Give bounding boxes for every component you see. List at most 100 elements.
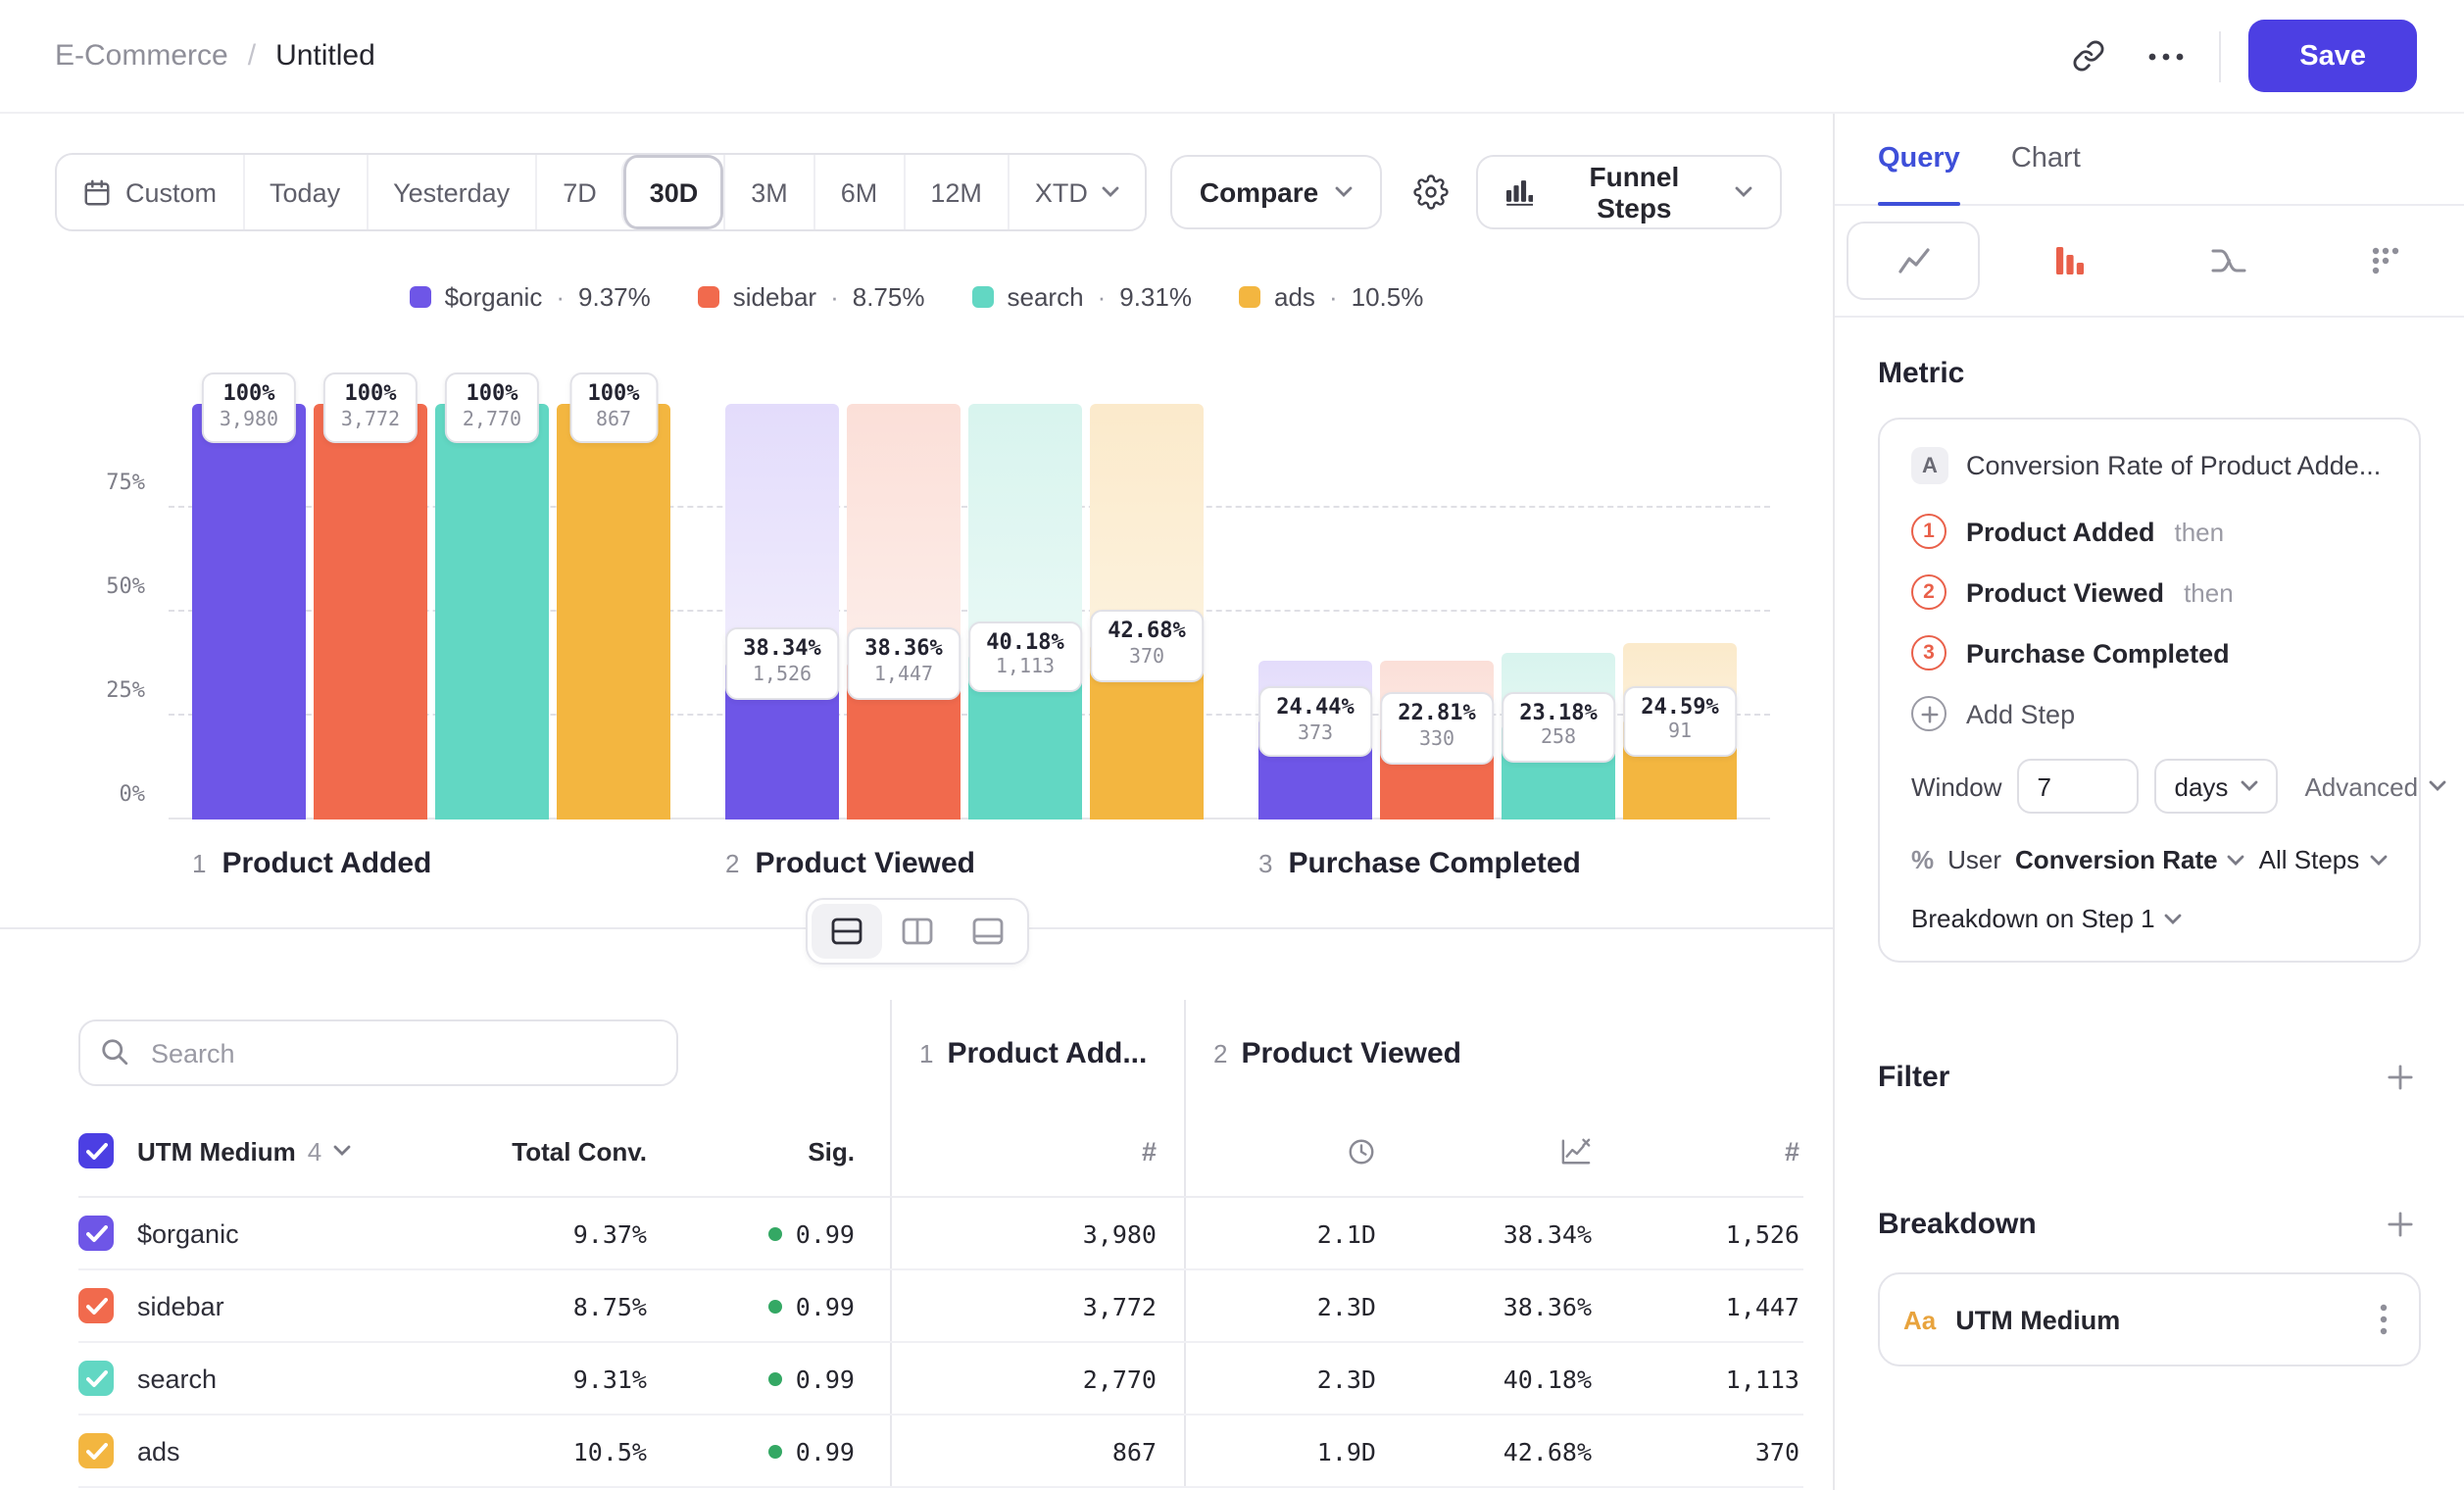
breadcrumb-parent[interactable]: E-Commerce: [55, 39, 228, 73]
metric-title: Conversion Rate of Product Adde...: [1966, 451, 2381, 480]
funnel-bar-search-step3[interactable]: 23.18%258: [1502, 404, 1615, 820]
link-icon: [2072, 39, 2105, 73]
legend-swatch: [1239, 285, 1260, 307]
funnel-bar-sidebar-step3[interactable]: 22.81%330: [1380, 404, 1494, 820]
date-range-30d[interactable]: 30D: [622, 155, 724, 229]
chart-type-flows-button[interactable]: [2149, 206, 2307, 316]
legend-item-organic[interactable]: $organic·9.37%: [410, 281, 651, 311]
step1-count-header[interactable]: #: [890, 1106, 1184, 1196]
date-range-6m[interactable]: 6M: [813, 155, 904, 229]
panel-bottom-icon: [971, 918, 1003, 945]
date-range-7d[interactable]: 7D: [535, 155, 622, 229]
table-row-organic[interactable]: $organic9.37%0.993,9802.1D38.34%1,526: [78, 1198, 1803, 1270]
save-button[interactable]: Save: [2248, 20, 2417, 92]
view-selector-button[interactable]: Funnel Steps: [1475, 155, 1782, 229]
breakdown-column-header[interactable]: UTM Medium 4: [137, 1106, 478, 1196]
conversion-rate-select[interactable]: Conversion Rate: [2015, 845, 2245, 874]
date-range-12m[interactable]: 12M: [903, 155, 1008, 229]
table-row-search[interactable]: search9.31%0.992,7702.3D40.18%1,113: [78, 1343, 1803, 1416]
share-link-button[interactable]: [2064, 31, 2113, 80]
funnel-bar-search-step1[interactable]: 100%2,770: [435, 404, 549, 820]
step2-count-header[interactable]: #: [1596, 1106, 1803, 1196]
row-checkbox[interactable]: [78, 1216, 114, 1251]
metric-step-1[interactable]: 1Product Addedthen: [1911, 514, 2388, 549]
metric-card[interactable]: A Conversion Rate of Product Adde... 1Pr…: [1878, 418, 2421, 963]
select-all-checkbox[interactable]: [78, 1133, 114, 1168]
step2-time-header[interactable]: [1184, 1106, 1380, 1196]
compare-button[interactable]: Compare: [1170, 155, 1381, 229]
step2-count: 370: [1596, 1416, 1803, 1486]
funnel-bar-sidebar-step2[interactable]: 38.36%1,447: [847, 404, 961, 820]
funnel-bar-search-step2[interactable]: 40.18%1,113: [968, 404, 1082, 820]
window-unit-select[interactable]: days: [2155, 759, 2278, 814]
add-step-button[interactable]: Add Step: [1911, 696, 2075, 731]
breakdown-on-select[interactable]: Breakdown on Step 1: [1911, 904, 2183, 933]
legend-item-ads[interactable]: ads·10.5%: [1239, 281, 1423, 311]
layout-split-vertical-button[interactable]: [881, 904, 952, 959]
funnel-chart: 0%25%50%75% 100%3,980100%3,772100%2,7701…: [55, 404, 1782, 820]
breadcrumb: E-Commerce / Untitled: [55, 39, 375, 73]
date-range-today[interactable]: Today: [242, 155, 366, 229]
table-row-ads[interactable]: ads10.5%0.998671.9D42.68%370: [78, 1416, 1803, 1488]
funnel-bar-ads-step2[interactable]: 42.68%370: [1090, 404, 1204, 820]
legend-item-search[interactable]: search·9.31%: [972, 281, 1193, 311]
date-range-custom[interactable]: Custom: [57, 155, 242, 229]
metric-steps: 1Product Addedthen 2Product Viewedthen 3Pu…: [1911, 514, 2388, 670]
breakdown-item[interactable]: Aa UTM Medium: [1878, 1272, 2421, 1366]
layout-toggle: [805, 898, 1028, 965]
legend-item-sidebar[interactable]: sidebar·8.75%: [698, 281, 925, 311]
layout-panel-bottom-button[interactable]: [952, 904, 1022, 959]
advanced-toggle[interactable]: Advanced: [2292, 770, 2457, 803]
y-axis-tick: 25%: [55, 677, 145, 703]
add-filter-button[interactable]: [2380, 1057, 2421, 1098]
bar-value-label: 42.68%370: [1090, 611, 1204, 682]
chart-type-retention-button[interactable]: [2307, 206, 2464, 316]
metric-step-2[interactable]: 2Product Viewedthen: [1911, 574, 2388, 610]
funnel-bar-organic-step1[interactable]: 100%3,980: [192, 404, 306, 820]
step1-count: 867: [890, 1416, 1184, 1486]
row-checkbox[interactable]: [78, 1433, 114, 1468]
step2-conv: 42.68%: [1380, 1416, 1596, 1486]
chart-type-insights-button[interactable]: [1835, 206, 1993, 316]
step2-conv-header[interactable]: [1380, 1106, 1596, 1196]
legend-swatch: [972, 285, 994, 307]
chart-legend: $organic·9.37% sidebar·8.75% search·9.31% a…: [0, 278, 1833, 314]
chart-settings-button[interactable]: [1404, 167, 1455, 218]
funnel-bar-organic-step3[interactable]: 24.44%373: [1258, 404, 1372, 820]
chart-type-funnel-button[interactable]: [1993, 206, 2150, 316]
breakdown-item-menu-button[interactable]: [2372, 1296, 2395, 1343]
breadcrumb-current[interactable]: Untitled: [275, 39, 375, 73]
tab-query[interactable]: Query: [1878, 114, 1960, 204]
funnel-bar-sidebar-step1[interactable]: 100%3,772: [314, 404, 427, 820]
measure-row: % User Conversion Rate All Steps: [1911, 845, 2388, 874]
view-selector-label: Funnel Steps: [1550, 161, 1719, 224]
breadcrumb-separator: /: [248, 39, 256, 73]
funnel-bar-ads-step1[interactable]: 100%867: [557, 404, 670, 820]
metric-step-3[interactable]: 3Purchase Completed: [1911, 635, 2388, 670]
search-input[interactable]: [78, 1019, 678, 1086]
funnel-step-group-2: 38.34%1,52638.36%1,44740.18%1,11342.68%3…: [725, 404, 1204, 820]
table-header-row: UTM Medium 4 Total Conv. Sig. #: [78, 1106, 1803, 1198]
window-input[interactable]: [2018, 759, 2140, 814]
group-step-label: Product Viewed: [1241, 1036, 1461, 1069]
funnel-bar-organic-step2[interactable]: 38.34%1,526: [725, 404, 839, 820]
date-range-yesterday[interactable]: Yesterday: [366, 155, 535, 229]
step-label-3: 3Purchase Completed: [1258, 847, 1737, 880]
date-range-xtd[interactable]: XTD: [1008, 155, 1145, 229]
bar-percent: 40.18%: [986, 628, 1064, 656]
date-range-3m[interactable]: 3M: [723, 155, 813, 229]
add-breakdown-button[interactable]: [2380, 1204, 2421, 1245]
tab-chart[interactable]: Chart: [2011, 114, 2081, 204]
row-checkbox[interactable]: [78, 1288, 114, 1323]
total-conv-header[interactable]: Total Conv.: [478, 1106, 694, 1196]
table-row-sidebar[interactable]: sidebar8.75%0.993,7722.3D38.36%1,447: [78, 1270, 1803, 1343]
layout-split-horizontal-button[interactable]: [811, 904, 881, 959]
all-steps-select[interactable]: All Steps: [2259, 845, 2388, 874]
measure-entity[interactable]: User: [1947, 845, 2001, 874]
row-checkbox[interactable]: [78, 1361, 114, 1396]
funnel-bar-ads-step3[interactable]: 24.59%91: [1623, 404, 1737, 820]
bar-value-label: 100%2,770: [445, 372, 539, 444]
more-menu-button[interactable]: [2141, 44, 2192, 68]
bar-value-label: 38.34%1,526: [725, 628, 839, 700]
sig-header[interactable]: Sig.: [694, 1106, 890, 1196]
